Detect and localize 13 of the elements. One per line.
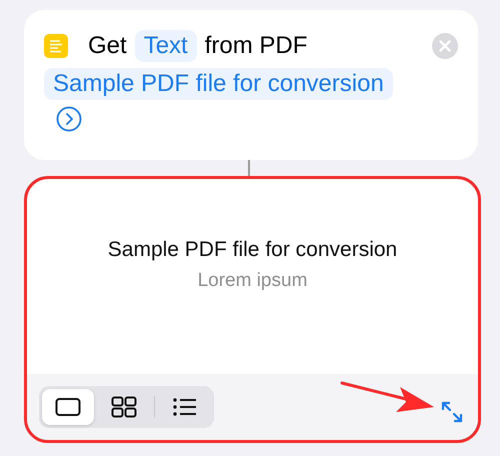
chevron-circle-icon[interactable] xyxy=(56,106,82,132)
rectangle-icon xyxy=(55,397,81,417)
expand-icon[interactable] xyxy=(440,400,464,424)
input-token[interactable]: Sample PDF file for conversion xyxy=(44,68,393,100)
list-icon xyxy=(172,397,198,417)
parameter-token[interactable]: Text xyxy=(134,30,197,62)
action-verb: Get xyxy=(88,32,127,60)
result-subtitle: Lorem ipsum xyxy=(198,270,308,292)
grid-icon xyxy=(111,396,137,418)
document-icon xyxy=(44,34,68,58)
action-connector: from PDF xyxy=(204,32,308,60)
single-view-button[interactable] xyxy=(42,389,94,425)
result-title: Sample PDF file for conversion xyxy=(108,238,398,262)
